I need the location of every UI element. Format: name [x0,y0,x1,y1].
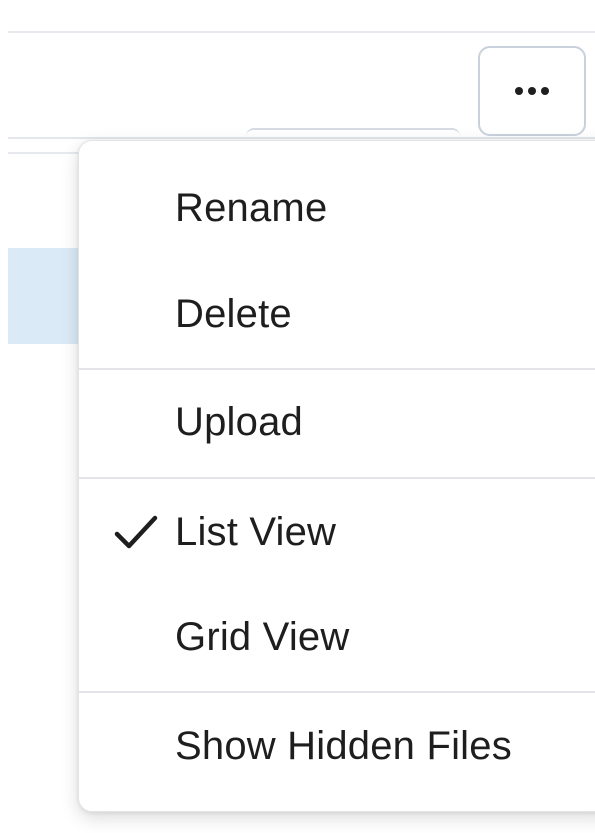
menu-item-rename[interactable]: Rename [79,155,595,261]
menu-item-label: Upload [175,399,303,444]
file-manager-screen: Rename Delete Upload List View Grid View… [0,0,595,833]
more-options-button[interactable] [478,46,586,136]
menu-item-label: Delete [175,291,292,336]
menu-item-grid-view[interactable]: Grid View [79,584,595,690]
list-header-border [8,152,88,154]
menu-item-delete[interactable]: Delete [79,261,595,367]
menu-item-show-hidden-files[interactable]: Show Hidden Files [79,693,595,799]
menu-item-label: Show Hidden Files [175,723,512,768]
menu-item-label: Grid View [175,614,350,659]
more-options-menu: Rename Delete Upload List View Grid View… [78,140,595,812]
checkmark-icon [114,515,158,549]
toolbar-top-border [8,31,595,33]
toolbar-bottom-border [8,137,595,139]
menu-item-upload[interactable]: Upload [79,369,595,475]
menu-item-label: Rename [175,185,328,230]
more-horizontal-icon [515,87,549,95]
menu-item-label: List View [175,509,337,554]
selected-file-row[interactable] [8,248,88,344]
menu-item-list-view[interactable]: List View [79,479,595,585]
